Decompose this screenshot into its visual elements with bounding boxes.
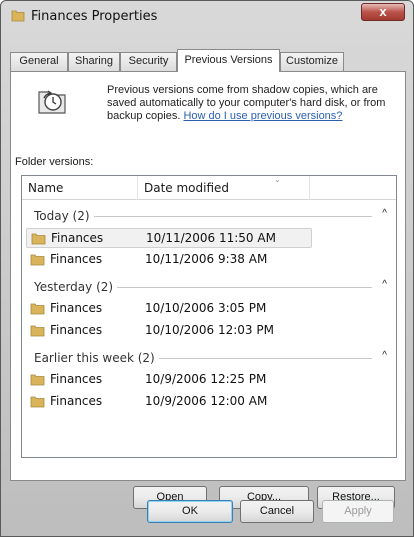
- folder-icon: [30, 302, 45, 315]
- group-label: Yesterday (2): [34, 280, 118, 294]
- tab-customize[interactable]: Customize: [280, 52, 344, 71]
- folder-icon: [31, 232, 46, 245]
- sort-arrow-icon: ⌄: [274, 175, 281, 184]
- group-label: Earlier this week (2): [34, 351, 159, 365]
- version-row[interactable]: Finances 10/9/2006 12:25 PM: [26, 370, 312, 390]
- close-button[interactable]: x: [361, 3, 405, 21]
- group-header[interactable]: Today (2) ^: [22, 206, 396, 226]
- version-date: 10/10/2006 3:05 PM: [145, 301, 267, 315]
- cancel-button[interactable]: Cancel: [240, 500, 314, 523]
- info-description: Previous versions come from shadow copie…: [107, 84, 403, 123]
- tab-sharing[interactable]: Sharing: [68, 52, 120, 71]
- tab-security[interactable]: Security: [120, 52, 177, 71]
- version-row[interactable]: Finances 10/11/2006 11:50 AM: [26, 228, 312, 248]
- previous-versions-panel: Previous versions come from shadow copie…: [10, 71, 406, 509]
- folder-icon: [30, 373, 45, 386]
- column-name[interactable]: Name: [22, 176, 138, 200]
- apply-button[interactable]: Apply: [322, 500, 394, 523]
- restore-clock-icon: [35, 82, 71, 118]
- close-icon: x: [379, 4, 387, 19]
- version-date: 10/9/2006 12:00 AM: [145, 394, 268, 408]
- group-header[interactable]: Earlier this week (2) ^: [22, 348, 396, 368]
- version-name: Finances: [50, 394, 103, 408]
- version-date: 10/9/2006 12:25 PM: [145, 372, 267, 386]
- tab-general[interactable]: General: [10, 52, 68, 71]
- version-date: 10/11/2006 11:50 AM: [146, 231, 276, 245]
- tab-previous-versions[interactable]: Previous Versions: [177, 49, 280, 72]
- versions-list[interactable]: Name Date modified ⌄ Today (2) ^ Finance…: [21, 175, 397, 458]
- list-header: Name Date modified ⌄: [22, 175, 396, 200]
- version-name: Finances: [50, 323, 103, 337]
- version-name: Finances: [50, 301, 103, 315]
- ok-button[interactable]: OK: [147, 500, 233, 523]
- group-header[interactable]: Yesterday (2) ^: [22, 277, 396, 297]
- collapse-icon[interactable]: ^: [382, 279, 387, 290]
- folder-icon: [30, 324, 45, 337]
- collapse-icon[interactable]: ^: [382, 208, 387, 219]
- version-row[interactable]: Finances 10/10/2006 3:05 PM: [26, 299, 312, 319]
- properties-window: Finances Properties x General Sharing Se…: [0, 0, 414, 537]
- version-row[interactable]: Finances 10/10/2006 12:03 PM: [26, 321, 312, 341]
- dialog-client: General Sharing Security Previous Versio…: [10, 31, 406, 531]
- version-name: Finances: [51, 231, 104, 245]
- tab-strip: General Sharing Security Previous Versio…: [10, 49, 406, 72]
- version-name: Finances: [50, 252, 103, 266]
- help-link[interactable]: How do I use previous versions?: [183, 110, 342, 122]
- version-date: 10/10/2006 12:03 PM: [145, 323, 274, 337]
- folder-icon: [30, 253, 45, 266]
- window-title: Finances Properties: [31, 9, 158, 24]
- column-date-modified[interactable]: Date modified: [138, 176, 310, 200]
- version-row[interactable]: Finances 10/11/2006 9:38 AM: [26, 250, 312, 270]
- title-bar[interactable]: Finances Properties x: [1, 1, 413, 31]
- version-name: Finances: [50, 372, 103, 386]
- folder-icon: [30, 395, 45, 408]
- group-label: Today (2): [34, 209, 94, 223]
- version-date: 10/11/2006 9:38 AM: [145, 252, 268, 266]
- collapse-icon[interactable]: ^: [382, 350, 387, 361]
- folder-versions-label: Folder versions:: [15, 156, 94, 168]
- version-row[interactable]: Finances 10/9/2006 12:00 AM: [26, 392, 312, 412]
- folder-icon: [11, 9, 25, 22]
